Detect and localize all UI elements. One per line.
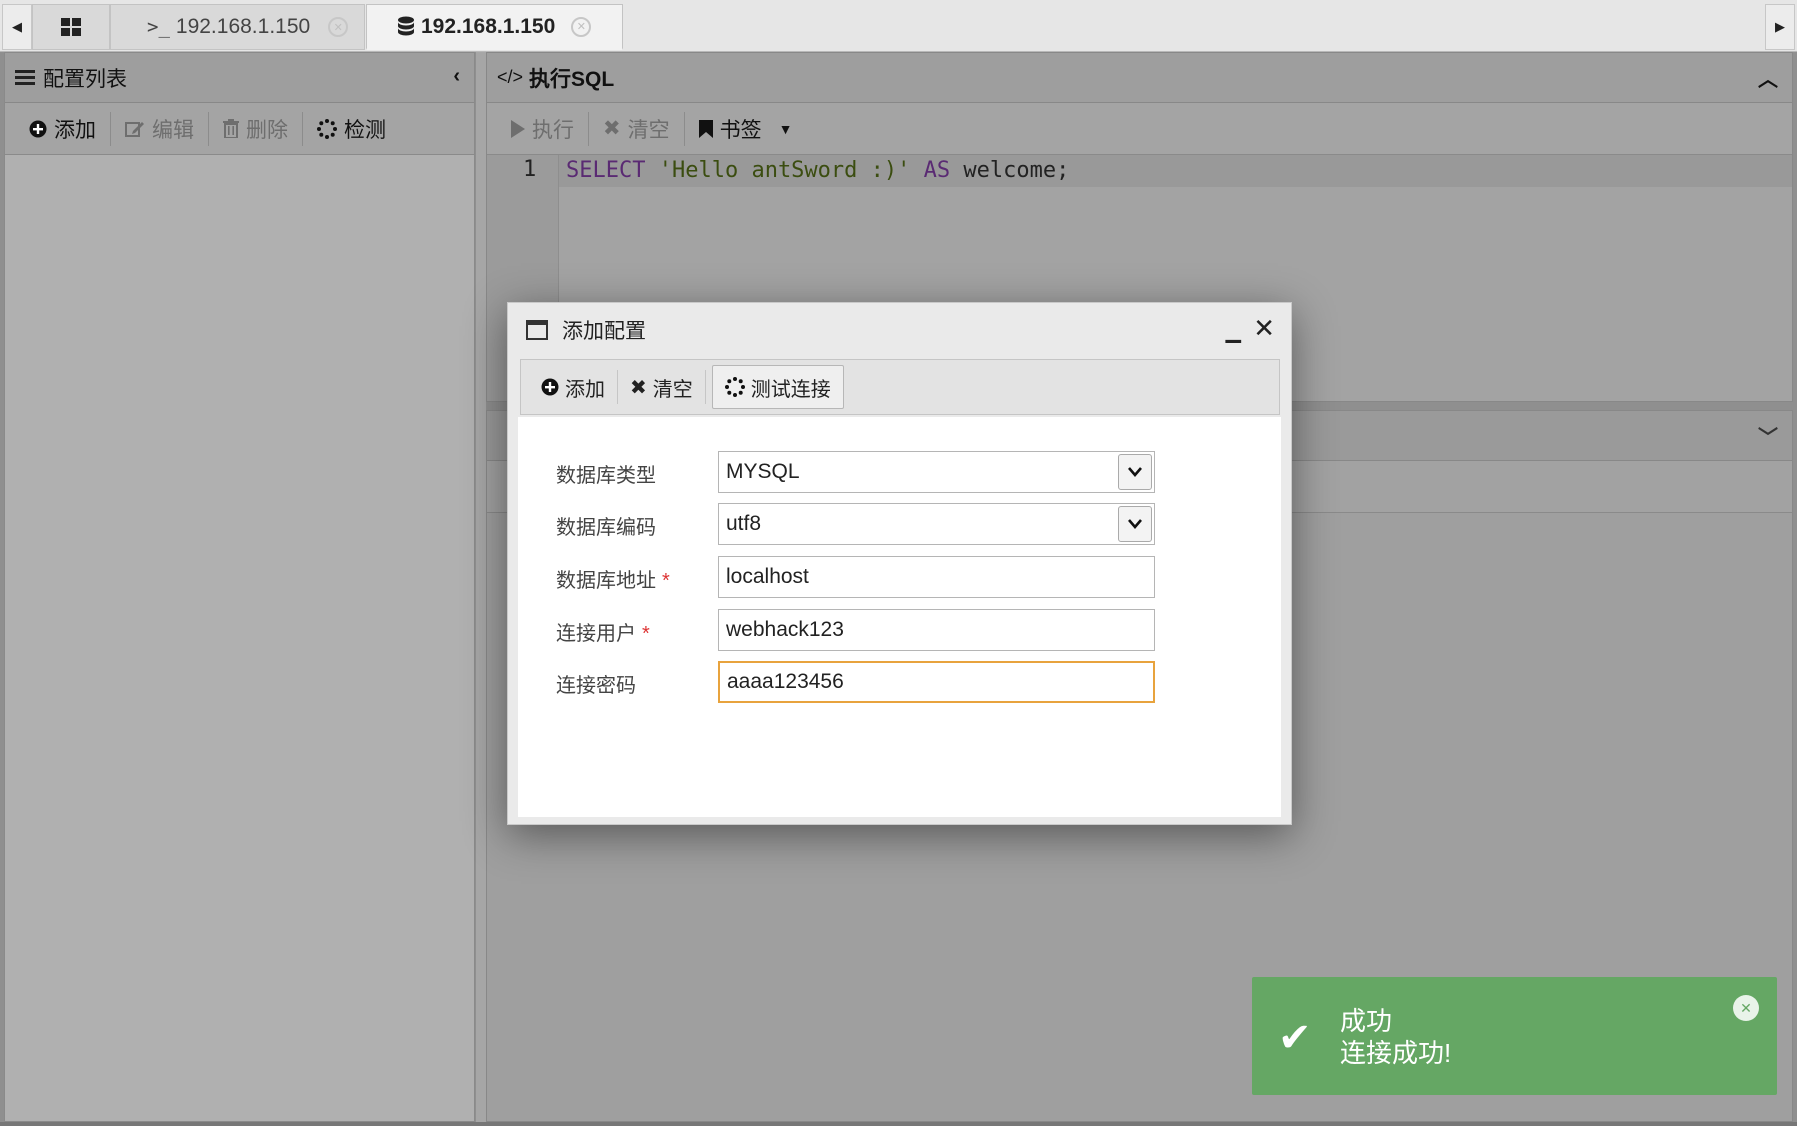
dialog-header[interactable]: 添加配置 ▁ ✕ bbox=[508, 303, 1291, 357]
tab-home[interactable] bbox=[32, 4, 110, 50]
db-user-row: 连接用户 * webhack123 bbox=[556, 609, 1256, 651]
db-encoding-select[interactable]: utf8 bbox=[718, 503, 1155, 545]
dialog-toolbar: 添加 ✖ 清空 测试连接 bbox=[520, 359, 1280, 415]
db-host-row: 数据库地址 * localhost bbox=[556, 556, 1256, 598]
config-list-title: 配置列表 bbox=[43, 67, 127, 91]
add-config-dialog: 添加配置 ▁ ✕ 添加 ✖ 清空 测试连接 数据库类型 MYSQL 数据库编码 bbox=[507, 302, 1292, 825]
dialog-form: 数据库类型 MYSQL 数据库编码 utf8 数据库地址 * localhost … bbox=[518, 417, 1281, 817]
toast-close-icon[interactable]: ✕ bbox=[1733, 995, 1759, 1021]
execute-button[interactable]: 执行 bbox=[497, 110, 588, 148]
db-pass-row: 连接密码 aaaa123456 bbox=[556, 661, 1256, 703]
spinner-icon bbox=[724, 377, 745, 397]
db-host-input[interactable]: localhost bbox=[718, 556, 1155, 598]
grid-icon bbox=[61, 18, 81, 36]
bookmark-icon bbox=[698, 119, 713, 138]
collapse-down-icon[interactable]: ﹀ bbox=[1758, 421, 1778, 450]
code-icon: </> bbox=[497, 67, 524, 87]
close-icon: ✖ bbox=[603, 117, 621, 140]
delete-config-button[interactable]: 删除 bbox=[209, 110, 302, 148]
tab-close-icon[interactable]: ✕ bbox=[328, 17, 349, 37]
dialog-add-button[interactable]: 添加 bbox=[529, 365, 617, 409]
status-bar bbox=[0, 1122, 1797, 1126]
panel-splitter[interactable] bbox=[476, 52, 486, 1122]
db-encoding-row: 数据库编码 utf8 bbox=[556, 503, 1256, 545]
db-type-label: 数据库类型 bbox=[556, 465, 656, 487]
minimize-icon[interactable]: ▁ bbox=[1226, 319, 1241, 344]
db-encoding-label: 数据库编码 bbox=[556, 517, 656, 539]
database-icon bbox=[397, 16, 415, 38]
toolbar-separator bbox=[704, 370, 706, 404]
add-config-button[interactable]: 添加 bbox=[15, 110, 110, 148]
trash-icon bbox=[223, 119, 239, 138]
config-list-toolbar: 添加 编辑 删除 检测 bbox=[5, 103, 474, 155]
code-line: SELECT 'Hello antSword :)' AS welcome; bbox=[566, 158, 1070, 183]
close-icon[interactable]: ✕ bbox=[1253, 313, 1275, 344]
tab-database[interactable]: 192.168.1.150 ✕ bbox=[366, 4, 623, 50]
tab-close-icon[interactable]: ✕ bbox=[571, 16, 592, 37]
collapse-left-icon[interactable]: ‹ bbox=[453, 65, 460, 88]
required-mark: * bbox=[642, 623, 650, 645]
checkmark-icon: ✔ bbox=[1278, 1016, 1312, 1060]
window-icon bbox=[526, 320, 548, 340]
config-list-panel: 配置列表 ‹ 添加 编辑 删除 检测 bbox=[4, 52, 475, 1122]
collapse-up-icon[interactable]: ︿ bbox=[1758, 63, 1778, 92]
db-host-label: 数据库地址 * bbox=[556, 570, 670, 592]
test-connection-button[interactable]: 测试连接 bbox=[711, 365, 844, 409]
db-user-input[interactable]: webhack123 bbox=[718, 609, 1155, 651]
line-number: 1 bbox=[523, 157, 537, 182]
db-type-select[interactable]: MYSQL bbox=[718, 451, 1155, 493]
config-list-header: 配置列表 ‹ bbox=[5, 53, 474, 103]
db-type-row: 数据库类型 MYSQL bbox=[556, 451, 1256, 493]
tab-scroll-left-button[interactable]: ◀ bbox=[2, 4, 32, 50]
chevron-down-icon[interactable] bbox=[1118, 506, 1152, 542]
check-config-button[interactable]: 检测 bbox=[303, 110, 400, 148]
terminal-icon: >_ bbox=[147, 16, 170, 38]
list-icon bbox=[15, 69, 35, 87]
required-mark: * bbox=[662, 570, 670, 592]
dialog-clear-button[interactable]: ✖ 清空 bbox=[618, 365, 705, 409]
sql-panel-header: </> 执行SQL ︿ bbox=[487, 53, 1792, 103]
clear-sql-button[interactable]: ✖ 清空 bbox=[589, 110, 684, 148]
tab-terminal[interactable]: >_ 192.168.1.150 ✕ bbox=[110, 4, 365, 50]
caret-down-icon: ▼ bbox=[778, 120, 793, 137]
db-user-label: 连接用户 * bbox=[556, 623, 650, 645]
tab-scroll-right-button[interactable]: ▶ bbox=[1765, 4, 1795, 50]
chevron-down-icon[interactable] bbox=[1118, 454, 1152, 490]
spinner-icon bbox=[317, 118, 337, 139]
tab-bar: ◀ >_ 192.168.1.150 ✕ 192.168.1.150 ✕ ▶ bbox=[0, 0, 1797, 52]
toast-message: 连接成功! bbox=[1340, 1038, 1452, 1068]
bookmark-dropdown-button[interactable]: 书签 ▼ bbox=[685, 110, 807, 148]
dialog-title: 添加配置 bbox=[562, 320, 646, 343]
plus-circle-icon bbox=[29, 120, 47, 138]
close-icon: ✖ bbox=[630, 376, 647, 399]
success-toast: ✔ 成功 连接成功! ✕ bbox=[1252, 977, 1777, 1095]
sql-toolbar: 执行 ✖ 清空 书签 ▼ bbox=[487, 103, 1792, 155]
db-pass-input[interactable]: aaaa123456 bbox=[718, 661, 1155, 703]
edit-config-button[interactable]: 编辑 bbox=[111, 110, 208, 148]
play-icon bbox=[511, 119, 525, 138]
sql-panel-title: 执行SQL bbox=[529, 67, 615, 91]
tab-terminal-label: 192.168.1.150 bbox=[175, 15, 311, 38]
edit-icon bbox=[125, 120, 145, 138]
db-pass-label: 连接密码 bbox=[556, 675, 636, 697]
plus-circle-icon bbox=[541, 378, 559, 396]
tab-database-label: 192.168.1.150 bbox=[421, 14, 556, 38]
